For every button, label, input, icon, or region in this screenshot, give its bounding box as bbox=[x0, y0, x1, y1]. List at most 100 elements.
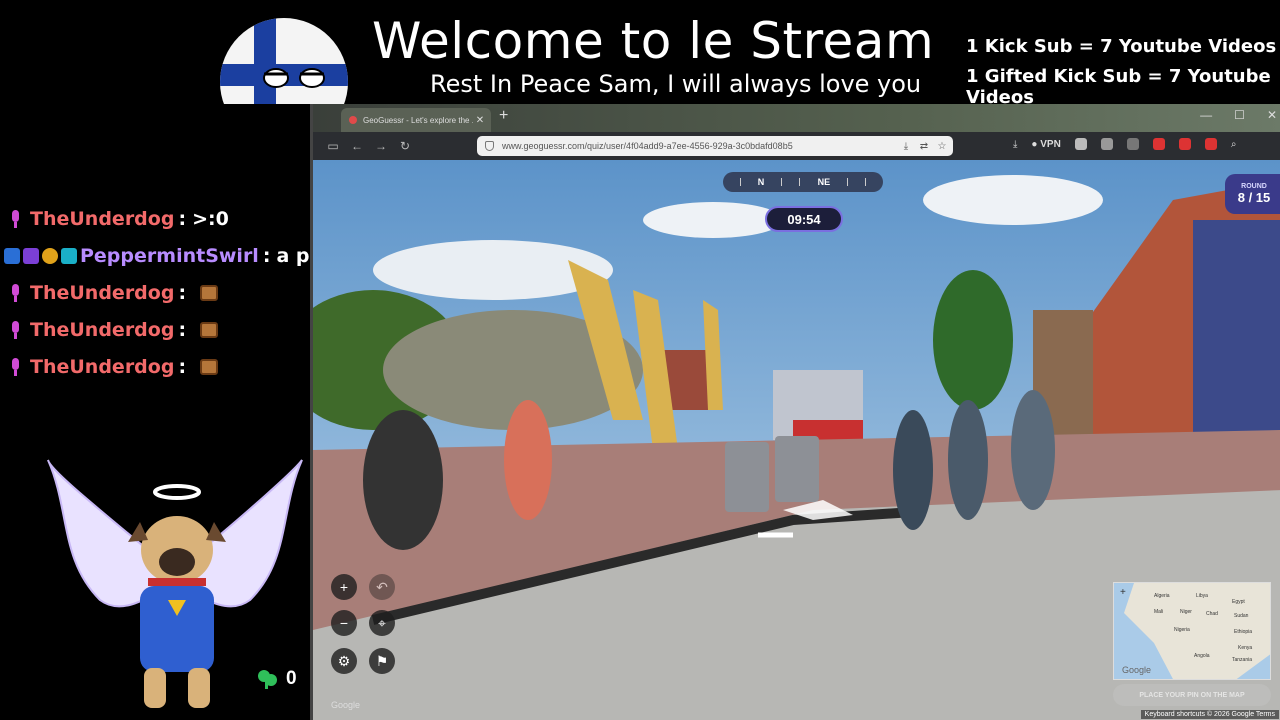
chat-separator: : bbox=[178, 208, 187, 230]
extension-icon[interactable] bbox=[1126, 138, 1139, 150]
new-tab-button[interactable]: + bbox=[499, 107, 508, 125]
microphone-icon bbox=[4, 208, 26, 230]
chat-separator: : bbox=[178, 319, 187, 341]
map-label: Chad bbox=[1206, 611, 1218, 617]
vpn-label: VPN bbox=[1040, 138, 1061, 150]
minimap-google-logo: Google bbox=[1122, 665, 1152, 675]
chat-username[interactable]: TheUnderdog bbox=[30, 356, 174, 378]
address-bar: ▭ ← → ↻ www.geoguessr.com/quiz/user/4f04… bbox=[313, 132, 1280, 160]
round-indicator: ROUND 8 / 15 bbox=[1225, 174, 1280, 214]
sub-info-kick-sub: 1 Kick Sub = 7 Youtube Videos bbox=[966, 36, 1277, 57]
zoom-out-button[interactable]: − bbox=[331, 610, 357, 636]
tab-title: GeoGuessr - Let's explore the ... bbox=[363, 115, 473, 125]
extension-icon[interactable] bbox=[1204, 138, 1217, 150]
translate-icon[interactable]: ⇄ bbox=[917, 141, 931, 152]
compass-tick bbox=[739, 178, 741, 186]
chat-separator: : bbox=[178, 356, 187, 378]
chat-separator: : bbox=[178, 282, 187, 304]
minimize-icon[interactable]: — bbox=[1200, 108, 1212, 122]
gift-badge-icon bbox=[61, 248, 77, 264]
download-icon[interactable]: ⤓ bbox=[1013, 139, 1017, 150]
guess-minimap[interactable]: Algeria Libya Egypt Mali Niger Chad Suda… bbox=[1113, 582, 1271, 680]
vpn-button[interactable]: ● VPN bbox=[1031, 139, 1060, 150]
map-label: Mali bbox=[1154, 609, 1164, 615]
back-icon[interactable]: ← bbox=[345, 139, 369, 153]
bookmark-star-icon[interactable]: ☆ bbox=[935, 141, 949, 152]
street-view-panorama[interactable]: N NE 09:54 ROUND 8 / 15 + ↶ − ⌖ ⚙ ⚑ Alge… bbox=[313, 160, 1280, 720]
undo-move-button[interactable]: ↶ bbox=[369, 574, 395, 600]
chat-message: TheUnderdog : bbox=[4, 278, 219, 308]
maximize-icon[interactable]: ☐ bbox=[1234, 108, 1245, 122]
chat-message: TheUnderdog : bbox=[4, 352, 219, 382]
compass-tick bbox=[799, 178, 801, 186]
install-app-icon[interactable]: ⤓ bbox=[899, 141, 913, 152]
minimap-expand-icon[interactable]: + bbox=[1120, 587, 1126, 598]
close-tab-icon[interactable]: ✕ bbox=[473, 115, 487, 126]
url-field[interactable]: www.geoguessr.com/quiz/user/4f04add9-a7e… bbox=[477, 136, 953, 156]
coin-badge-icon bbox=[42, 248, 58, 264]
url-text: www.geoguessr.com/quiz/user/4f04add9-a7e… bbox=[502, 141, 793, 151]
microphone-icon bbox=[4, 282, 26, 304]
window-controls: — ☐ ✕ bbox=[1200, 108, 1277, 122]
compass-label-n: N bbox=[757, 177, 765, 187]
settings-gear-icon[interactable]: ⚙ bbox=[331, 648, 357, 674]
plant-count: 0 bbox=[286, 668, 297, 689]
security-shield-icon[interactable] bbox=[485, 141, 494, 151]
emote-icon bbox=[200, 322, 219, 338]
map-label: Nigeria bbox=[1174, 627, 1190, 633]
plant-icon bbox=[258, 670, 277, 689]
map-label: Kenya bbox=[1238, 645, 1253, 651]
chat-message: TheUnderdog : >:0 bbox=[4, 204, 229, 234]
map-label: Tanzania bbox=[1232, 657, 1253, 663]
flag-icon[interactable]: ⚑ bbox=[369, 648, 395, 674]
map-label: Niger bbox=[1180, 609, 1192, 615]
subscriber-badge-icon bbox=[4, 248, 20, 264]
map-footer-links[interactable]: Keyboard shortcuts © 2026 Google Terms bbox=[1140, 710, 1279, 719]
map-label: Sudan bbox=[1234, 613, 1249, 619]
google-logo: Google bbox=[331, 700, 361, 710]
chat-username[interactable]: PeppermintSwirl bbox=[80, 245, 259, 267]
plant-counter: 0 bbox=[256, 668, 297, 690]
chat-username[interactable]: TheUnderdog bbox=[30, 208, 174, 230]
map-label: Egypt bbox=[1232, 599, 1245, 605]
map-label: Libya bbox=[1196, 593, 1208, 599]
round-timer: 09:54 bbox=[765, 206, 843, 232]
geoguessr-favicon-icon bbox=[349, 116, 357, 124]
extension-icon[interactable] bbox=[1074, 138, 1087, 150]
chat-username[interactable]: TheUnderdog bbox=[30, 319, 174, 341]
extension-icon[interactable] bbox=[1152, 138, 1165, 150]
gem-badge-icon bbox=[23, 248, 39, 264]
microphone-icon bbox=[4, 356, 26, 378]
reload-icon[interactable]: ↻ bbox=[393, 139, 417, 153]
chat-username[interactable]: TheUnderdog bbox=[30, 282, 174, 304]
extension-icon[interactable] bbox=[1100, 138, 1113, 150]
compass-label-ne: NE bbox=[817, 177, 831, 187]
search-icon[interactable]: ⌕ bbox=[1231, 139, 1237, 150]
map-label: Ethiopia bbox=[1234, 629, 1253, 635]
stream-title: Welcome to le Stream bbox=[372, 12, 935, 70]
zoom-in-button[interactable]: + bbox=[331, 574, 357, 600]
microphone-icon bbox=[4, 319, 26, 341]
forward-icon[interactable]: → bbox=[369, 139, 393, 153]
extension-icon[interactable] bbox=[1178, 138, 1191, 150]
return-to-start-icon[interactable]: ⌖ bbox=[369, 610, 395, 636]
compass-tick bbox=[781, 178, 783, 186]
tab-bar: GeoGuessr - Let's explore the ... ✕ + — … bbox=[313, 104, 1280, 132]
compass-tick bbox=[865, 178, 867, 186]
place-pin-button[interactable]: PLACE YOUR PIN ON THE MAP bbox=[1113, 684, 1271, 706]
tab-geoguessr[interactable]: GeoGuessr - Let's explore the ... ✕ bbox=[341, 108, 491, 132]
compass-bar: N NE bbox=[723, 172, 883, 192]
round-value: 8 / 15 bbox=[1237, 190, 1271, 205]
map-label: Angola bbox=[1194, 653, 1210, 659]
close-window-icon[interactable]: ✕ bbox=[1267, 108, 1277, 122]
sidebar-toggle-icon[interactable]: ▭ bbox=[321, 139, 345, 153]
stream-overlay-header: Welcome to le Stream Rest In Peace Sam, … bbox=[0, 0, 1280, 108]
round-label: ROUND bbox=[1241, 183, 1267, 190]
map-label: Algeria bbox=[1154, 593, 1170, 599]
compass-tick bbox=[847, 178, 849, 186]
emote-icon bbox=[200, 359, 219, 375]
emote-icon bbox=[200, 285, 219, 301]
browser-toolbar-right: ⤓ ● VPN ⌕ bbox=[1013, 138, 1236, 150]
chat-message: PeppermintSwirl : a pa bbox=[4, 241, 322, 271]
stream-subtitle: Rest In Peace Sam, I will always love yo… bbox=[430, 70, 922, 98]
